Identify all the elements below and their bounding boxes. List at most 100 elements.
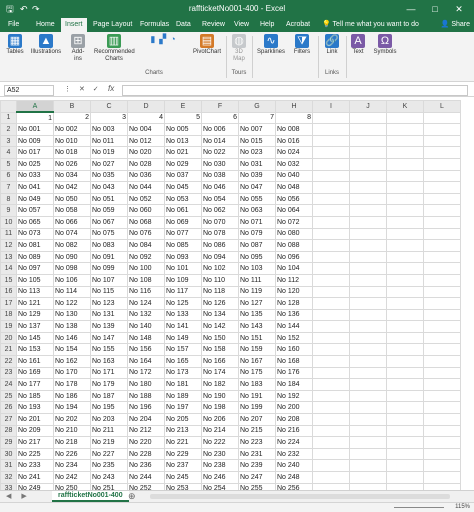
cell[interactable]: No 196 <box>127 401 165 415</box>
cell[interactable] <box>349 355 387 368</box>
cell[interactable]: No 177 <box>16 378 54 391</box>
cell[interactable]: No 063 <box>238 204 276 217</box>
cell[interactable] <box>386 424 424 438</box>
zoom-slider[interactable] <box>394 507 444 508</box>
cell[interactable] <box>312 123 350 136</box>
cell[interactable]: No 107 <box>90 273 128 287</box>
cell[interactable]: No 204 <box>127 413 165 426</box>
cell[interactable] <box>349 447 387 461</box>
cell[interactable]: No 138 <box>53 320 91 333</box>
cell[interactable]: No 086 <box>201 239 239 252</box>
cell[interactable] <box>386 447 424 461</box>
cell[interactable]: No 072 <box>275 215 313 229</box>
cell[interactable]: No 089 <box>16 250 54 264</box>
cell[interactable]: No 207 <box>238 413 276 426</box>
tab-file[interactable]: File <box>4 18 23 32</box>
cell[interactable]: No 212 <box>127 424 165 438</box>
row-header[interactable]: 23 <box>0 366 17 380</box>
cell[interactable]: No 135 <box>238 308 276 322</box>
cell[interactable]: No 202 <box>53 413 91 426</box>
cell[interactable]: No 198 <box>201 401 239 415</box>
cell[interactable]: 2 <box>53 111 91 125</box>
cell[interactable]: No 160 <box>275 343 313 357</box>
tab-view[interactable]: View <box>230 18 253 32</box>
cell[interactable]: No 172 <box>127 366 165 380</box>
cell[interactable]: No 052 <box>127 192 165 206</box>
cell[interactable]: No 104 <box>275 262 313 275</box>
cell[interactable]: No 051 <box>90 192 128 206</box>
cell[interactable]: No 018 <box>53 146 91 159</box>
cell[interactable] <box>349 401 387 415</box>
row-header[interactable]: 11 <box>0 227 17 241</box>
cell[interactable]: No 090 <box>53 250 91 264</box>
illustrations-button[interactable]: ▲ Illustrations <box>30 34 62 56</box>
cell[interactable] <box>386 378 424 391</box>
cell[interactable]: No 130 <box>53 308 91 322</box>
cell[interactable]: No 097 <box>16 262 54 275</box>
cell[interactable]: No 045 <box>164 181 202 194</box>
cell[interactable] <box>423 459 461 472</box>
cell[interactable] <box>312 378 350 391</box>
cell[interactable]: No 235 <box>90 459 128 472</box>
row-header[interactable]: 9 <box>0 204 17 217</box>
cell[interactable] <box>312 169 350 183</box>
cell[interactable]: No 036 <box>127 169 165 183</box>
cell[interactable]: No 242 <box>53 471 91 484</box>
cell[interactable]: No 095 <box>238 250 276 264</box>
cell[interactable]: No 009 <box>16 134 54 148</box>
cell[interactable]: No 071 <box>238 215 276 229</box>
cell[interactable] <box>349 343 387 357</box>
cell[interactable]: No 007 <box>238 123 276 136</box>
column-header[interactable]: K <box>386 100 424 113</box>
cell[interactable]: No 201 <box>16 413 54 426</box>
cell[interactable] <box>349 308 387 322</box>
cell[interactable]: No 093 <box>164 250 202 264</box>
cell[interactable]: No 100 <box>127 262 165 275</box>
cell[interactable] <box>386 111 424 125</box>
cell[interactable]: No 159 <box>238 343 276 357</box>
cell[interactable] <box>312 250 350 264</box>
cell[interactable]: No 031 <box>238 157 276 171</box>
cell[interactable]: No 020 <box>127 146 165 159</box>
cell[interactable]: No 180 <box>127 378 165 391</box>
cell[interactable]: No 115 <box>90 285 128 299</box>
cell[interactable] <box>423 204 461 217</box>
cell[interactable] <box>386 204 424 217</box>
row-header[interactable]: 24 <box>0 378 17 391</box>
chart-gallery[interactable]: ▮▞◔ <box>140 35 190 45</box>
cell[interactable] <box>423 482 461 490</box>
row-header[interactable]: 20 <box>0 331 17 345</box>
cell[interactable]: No 081 <box>16 239 54 252</box>
cell[interactable]: No 049 <box>16 192 54 206</box>
cell[interactable] <box>423 413 461 426</box>
cell[interactable]: No 033 <box>16 169 54 183</box>
cell[interactable]: No 088 <box>275 239 313 252</box>
cell[interactable]: No 244 <box>127 471 165 484</box>
cell[interactable] <box>386 239 424 252</box>
cell[interactable]: No 243 <box>90 471 128 484</box>
cell[interactable]: No 019 <box>90 146 128 159</box>
close-button[interactable]: ✕ <box>450 2 468 16</box>
cell[interactable]: No 118 <box>201 285 239 299</box>
cell[interactable] <box>423 389 461 403</box>
cell[interactable]: No 151 <box>238 331 276 345</box>
cell[interactable]: No 011 <box>90 134 128 148</box>
cell[interactable]: No 084 <box>127 239 165 252</box>
cell[interactable]: No 231 <box>238 447 276 461</box>
cell[interactable]: No 106 <box>53 273 91 287</box>
cell[interactable]: No 015 <box>238 134 276 148</box>
cell[interactable]: No 117 <box>164 285 202 299</box>
cell[interactable] <box>312 239 350 252</box>
zoom-level[interactable]: 115% <box>455 503 470 512</box>
cell[interactable] <box>423 285 461 299</box>
cell[interactable] <box>312 134 350 148</box>
cell[interactable]: No 191 <box>238 389 276 403</box>
cell[interactable]: No 154 <box>53 343 91 357</box>
cell[interactable]: No 040 <box>275 169 313 183</box>
row-header[interactable]: 14 <box>0 262 17 275</box>
filters-button[interactable]: ⧩ Filters <box>290 34 314 56</box>
cell[interactable]: No 233 <box>16 459 54 472</box>
cell[interactable]: No 048 <box>275 181 313 194</box>
recommended-charts-button[interactable]: ▥ Recommended Charts <box>94 34 135 63</box>
row-header[interactable]: 8 <box>0 192 17 206</box>
